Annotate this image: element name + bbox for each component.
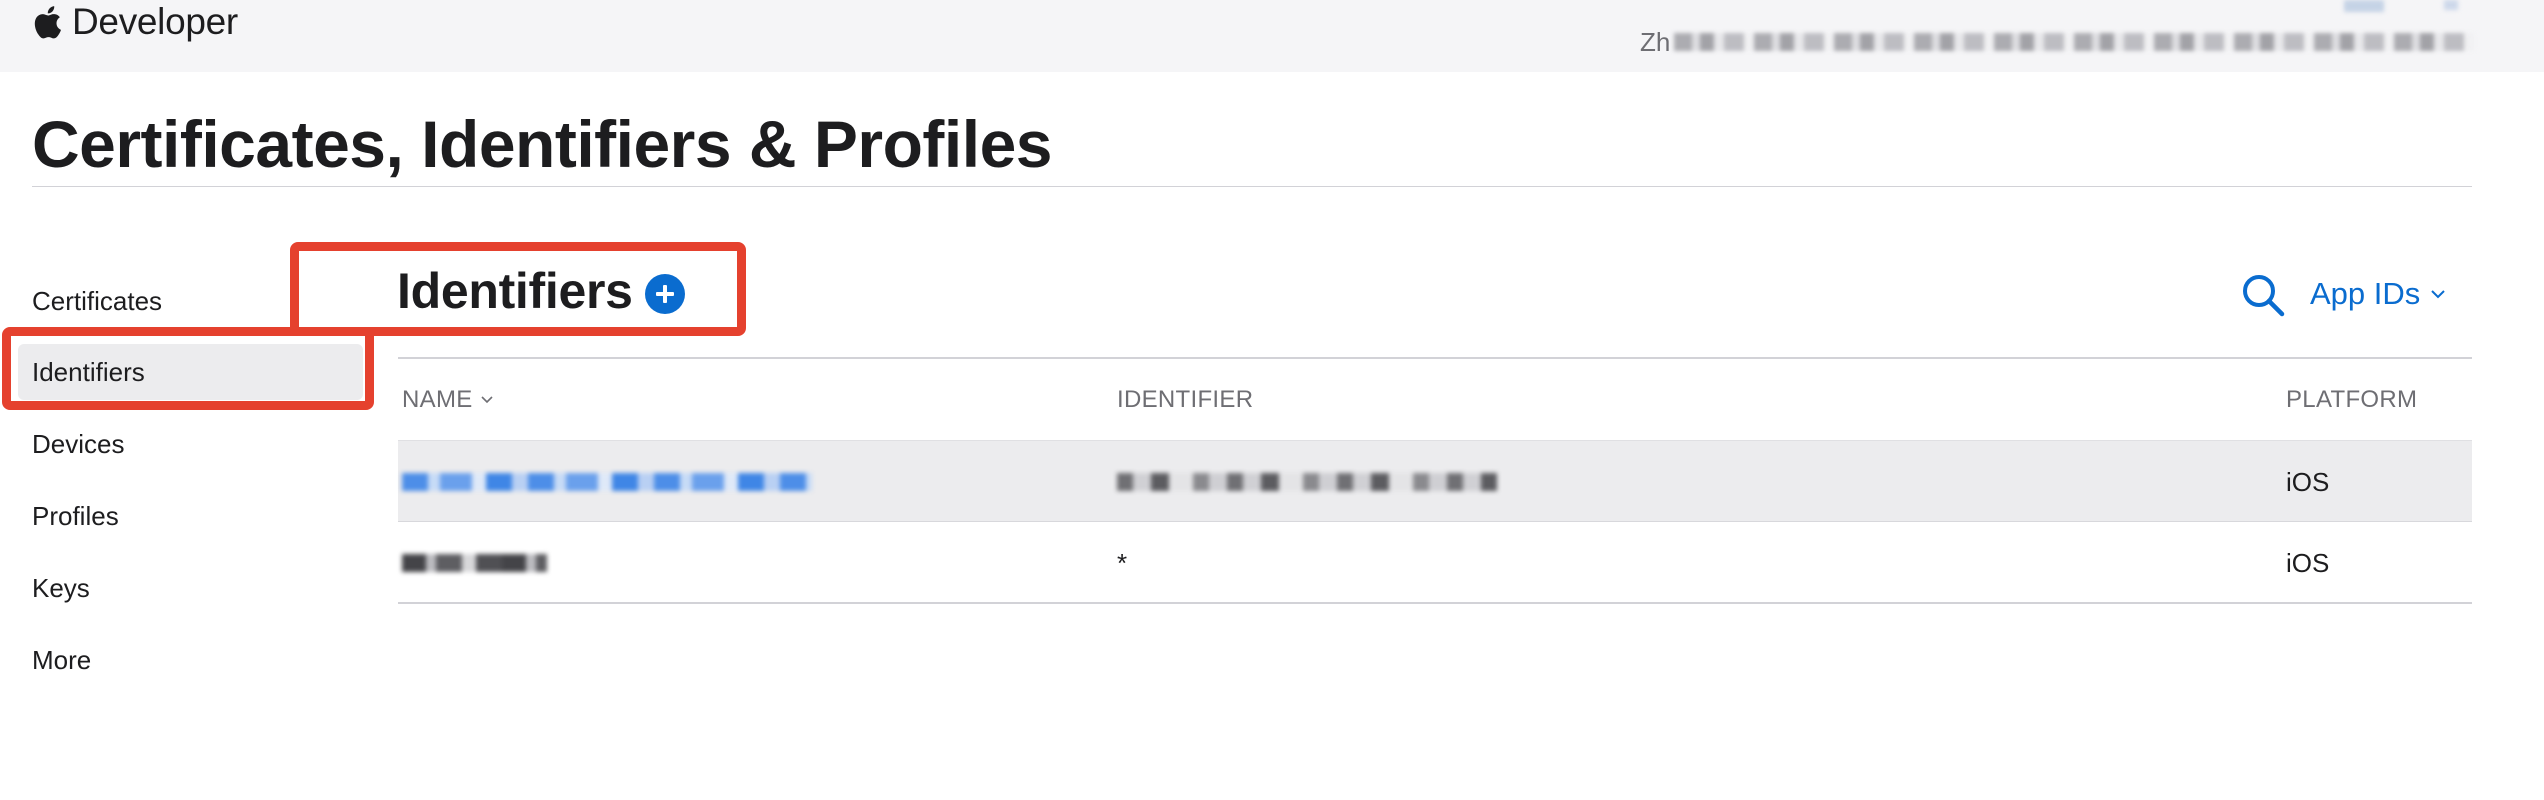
- developer-brand[interactable]: Developer: [32, 0, 238, 44]
- column-header-platform[interactable]: PLATFORM: [2286, 386, 2417, 414]
- top-navigation-bar: Developer Zh: [0, 0, 2544, 72]
- account-info[interactable]: Zh: [1640, 24, 2475, 60]
- sidebar-item-devices[interactable]: Devices: [18, 416, 363, 472]
- filter-label: App IDs: [2310, 276, 2421, 311]
- row-identifier-cell: *: [1117, 547, 1128, 578]
- title-divider: [32, 186, 2472, 187]
- chevron-down-icon: [480, 396, 493, 404]
- column-header-identifier[interactable]: IDENTIFIER: [1117, 386, 1253, 414]
- chevron-down-icon: [2431, 290, 2445, 299]
- column-header-name-label: NAME: [402, 386, 473, 413]
- section-title: Identifiers: [397, 263, 633, 319]
- apple-logo-icon: [34, 6, 61, 39]
- account-initials: Zh: [1640, 26, 1671, 57]
- row-identifier-redacted: [1117, 473, 1497, 491]
- sidebar-item-certificates[interactable]: Certificates: [18, 273, 363, 329]
- sidebar-item-more[interactable]: More: [18, 632, 363, 688]
- brand-label: Developer: [72, 1, 238, 42]
- column-header-name[interactable]: NAME: [402, 386, 493, 414]
- page-title: Certificates, Identifiers & Profiles: [32, 107, 1053, 181]
- row-platform-cell: iOS: [2286, 466, 2330, 497]
- table-top-divider: [398, 357, 2472, 359]
- sidebar-item-keys[interactable]: Keys: [18, 560, 363, 616]
- row-name-redacted: [402, 554, 547, 572]
- sidebar-item-profiles[interactable]: Profiles: [18, 488, 363, 544]
- table-row[interactable]: iOS: [398, 440, 2472, 522]
- row-name-cell[interactable]: [402, 522, 547, 604]
- search-icon[interactable]: [2240, 272, 2286, 318]
- table-row[interactable]: * iOS: [398, 522, 2472, 604]
- row-name-redacted: [402, 473, 812, 491]
- row-name-cell[interactable]: [402, 441, 812, 523]
- plus-circle-icon: [656, 285, 674, 303]
- top-right-redacted: [2344, 0, 2464, 14]
- app-ids-filter-dropdown[interactable]: App IDs: [2310, 274, 2446, 314]
- row-platform-cell: iOS: [2286, 547, 2330, 578]
- add-identifier-button[interactable]: [645, 274, 685, 314]
- sidebar-item-identifiers[interactable]: Identifiers: [18, 344, 363, 400]
- row-identifier-cell: [1117, 441, 1497, 523]
- account-name-redacted: [1674, 33, 2475, 51]
